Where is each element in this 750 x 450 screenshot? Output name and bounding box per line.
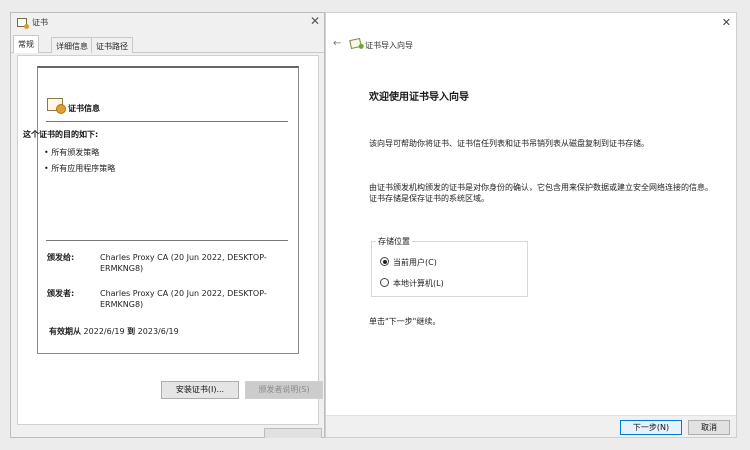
issued-by-label: 颁发者: xyxy=(47,289,75,298)
install-certificate-button[interactable]: 安装证书(I)... xyxy=(161,381,239,399)
back-arrow-icon[interactable]: ← xyxy=(333,38,341,49)
certificate-tabs: 常规 详细信息 证书路径 xyxy=(11,35,324,53)
continue-hint: 单击"下一步"继续。 xyxy=(369,317,441,326)
certificate-info-box: 证书信息 这个证书的目的如下: 所有颁发策略 所有应用程序策略 颁发给: Cha… xyxy=(23,66,299,354)
purpose-item: 所有应用程序策略 xyxy=(44,163,115,174)
issued-to-label: 颁发给: xyxy=(47,253,75,262)
local-machine-label[interactable]: 本地计算机(L) xyxy=(393,278,444,289)
issued-to-value: Charles Proxy CA (20 Jun 2022, DESKTOP-E… xyxy=(100,253,267,273)
divider xyxy=(46,121,288,122)
tab-certification-path[interactable]: 证书路径 xyxy=(91,37,133,53)
issuer-statement-button: 颁发者说明(S) xyxy=(245,381,323,399)
valid-from-label: 有效期从 xyxy=(49,327,81,336)
certificate-window: 证书 ✕ 常规 详细信息 证书路径 证书信息 这个证书的目的如下: 所有颁发策略… xyxy=(10,12,325,438)
valid-to-label: 到 xyxy=(127,327,136,336)
validity-period: 有效期从 2022/6/19 到 2023/6/19 xyxy=(49,326,179,337)
issued-by-value: Charles Proxy CA (20 Jun 2022, DESKTOP-E… xyxy=(100,289,267,309)
wizard-description-cert: 由证书颁发机构颁发的证书是对你身份的确认，它包含用来保护数据或建立安全网络连接的… xyxy=(369,183,713,203)
purpose-heading: 这个证书的目的如下: xyxy=(23,130,99,139)
close-icon[interactable]: ✕ xyxy=(722,16,731,29)
certificate-window-title: 证书 xyxy=(32,18,48,27)
ok-button[interactable] xyxy=(264,428,322,438)
next-button[interactable]: 下一步(N) xyxy=(620,420,682,435)
current-user-label[interactable]: 当前用户(C) xyxy=(393,257,437,268)
certificate-titlebar: 证书 ✕ xyxy=(11,13,324,33)
valid-from-value: 2022/6/19 xyxy=(83,327,125,336)
certificate-icon xyxy=(17,18,29,29)
divider xyxy=(46,240,288,241)
general-tab-panel: 证书信息 这个证书的目的如下: 所有颁发策略 所有应用程序策略 颁发给: Cha… xyxy=(17,55,323,425)
certificate-import-icon xyxy=(349,37,362,50)
wizard-footer: 下一步(N) 取消 xyxy=(326,415,736,437)
valid-to-value: 2023/6/19 xyxy=(137,327,179,336)
certificate-info-icon xyxy=(47,98,66,114)
welcome-heading: 欢迎使用证书导入向导 xyxy=(369,92,469,103)
local-machine-radio[interactable] xyxy=(380,278,389,287)
store-location-legend: 存储位置 xyxy=(376,236,412,247)
store-location-group: 存储位置 当前用户(C) 本地计算机(L) xyxy=(371,236,528,297)
wizard-description: 该向导可帮助你将证书、证书信任列表和证书吊销列表从磁盘复制到证书存储。 xyxy=(369,139,649,148)
current-user-radio[interactable] xyxy=(380,257,389,266)
close-icon[interactable]: ✕ xyxy=(310,14,320,28)
certificate-info-heading: 证书信息 xyxy=(68,104,100,113)
wizard-title: 证书导入向导 xyxy=(365,41,413,50)
purpose-item: 所有颁发策略 xyxy=(44,147,99,158)
certificate-import-wizard: ✕ ← 证书导入向导 欢迎使用证书导入向导 该向导可帮助你将证书、证书信任列表和… xyxy=(325,12,737,438)
cancel-button[interactable]: 取消 xyxy=(688,420,730,435)
tab-general[interactable]: 常规 xyxy=(13,35,39,53)
tab-details[interactable]: 详细信息 xyxy=(51,37,93,53)
